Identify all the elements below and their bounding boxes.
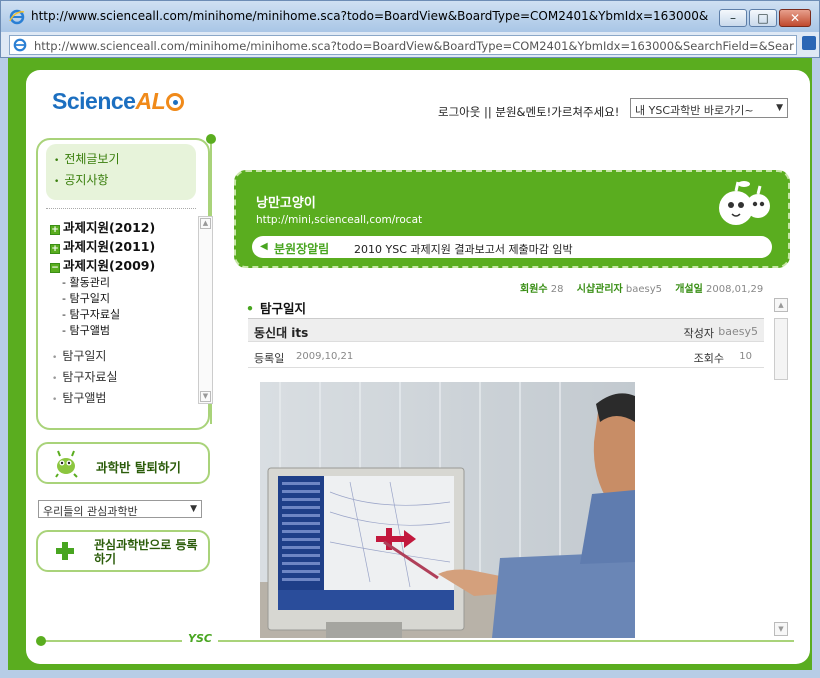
members-label: 회원수 [520,284,548,295]
club-banner: 낭만고양이 http://mini,scienceall,com/rocat ◀… [234,170,790,268]
green-border: ScienceAL 로그아웃 || 분원&멘토!가르쳐주세요! 내 YSC과학반… [8,58,812,670]
club-url[interactable]: http://mini,scienceall,com/rocat [256,214,422,226]
minimize-button[interactable]: – [719,9,747,27]
quick-item-all[interactable]: 전체글보기 [54,150,188,171]
category-2012[interactable]: + 과제지원(2012) [50,218,200,237]
address-url: http://www.scienceall.com/minihome/minih… [34,39,794,53]
chevron-down-icon: ▼ [776,103,783,113]
address-bar: http://www.scienceall.com/minihome/minih… [0,32,820,58]
section-album[interactable]: 탐구앨범 [50,389,200,410]
notice-bar[interactable]: ◀ 분원장알림 2010 YSC 과제지원 결과보고서 제출마감 임박 [252,236,772,258]
club-stats: 회원수 28 시샵관리자 baesy5 개설일 2008,01,29 [520,280,763,295]
plus-icon [56,542,74,560]
notice-label: 분원장알림 [274,242,330,256]
views-label: 조회수 [693,352,724,365]
subitem-journal[interactable]: 탐구일지 [50,291,200,307]
subitem-album[interactable]: 탐구앨범 [50,323,200,339]
ysc-select-value: 내 YSC과학반 바로가기~ [635,104,754,117]
content-scrollbar[interactable]: ▲ ▼ [774,298,790,636]
post-photo [260,382,635,638]
plus-icon: + [50,244,60,254]
footer-dot [36,636,46,646]
admin-id: baesy5 [625,284,663,295]
quick-item-notice[interactable]: 공지사항 [54,171,188,192]
speaker-icon: ◀ [260,241,268,252]
scroll-up-icon[interactable]: ▲ [200,218,211,229]
photo-monitor-scene [260,382,635,638]
views-count: 10 [739,351,752,362]
members-count: 28 [550,284,564,295]
scienceall-logo[interactable]: ScienceAL [52,88,185,115]
post-subject: 동신대 its [254,326,309,340]
footer-line [40,640,794,642]
category-label: 과제지원(2012) [63,220,156,235]
opened-date: 2008,01,29 [706,284,764,295]
close-button[interactable]: ✕ [779,9,811,27]
section-journal[interactable]: 탐구일지 [50,347,200,368]
logo-science-text: Science [52,88,136,114]
logo-alo-text: AL [135,88,166,114]
left-menu-dot [206,134,216,144]
post-meta: 등록일 2009,10,21 조회수 10 [248,344,764,368]
window-titlebar: http://www.scienceall.com/minihome/minih… [0,0,820,32]
subitem-activity[interactable]: 활동관리 [50,275,200,291]
window-title: http://www.scienceall.com/minihome/minih… [31,9,711,23]
bug-mascot-icon [55,450,78,478]
category-label: 과제지원(2009) [63,258,156,273]
register-interest-label: 관심과학반으로 등록하기 [94,538,198,566]
maximize-button[interactable]: □ [749,9,777,27]
writer-label: 작성자 [683,327,714,340]
address-field[interactable]: http://www.scienceall.com/minihome/minih… [9,35,797,55]
content-frame: ScienceAL 로그아웃 || 분원&멘토!가르쳐주세요! 내 YSC과학반… [0,58,820,678]
post-date: 2009,10,21 [296,351,354,362]
ie-icon [13,38,27,52]
chevron-down-icon: ▼ [190,504,197,514]
date-label: 등록일 [254,352,285,365]
ie-icon [9,9,25,25]
scroll-thumb[interactable] [774,318,788,380]
ysc-shortcut-select[interactable]: 내 YSC과학반 바로가기~ ▼ [630,98,788,118]
category-2011[interactable]: + 과제지원(2011) [50,237,200,256]
subitem-archive[interactable]: 탐구자료실 [50,307,200,323]
minihome-page: ScienceAL 로그아웃 || 분원&멘토!가르쳐주세요! 내 YSC과학반… [26,70,810,664]
quick-menu: 전체글보기 공지사항 [46,144,196,200]
interest-select-value: 우리들의 관심과학반 [43,505,138,518]
section-archive[interactable]: 탐구자료실 [50,368,200,389]
plus-icon: + [50,225,60,235]
footer-ysc-logo: YSC [182,632,218,645]
post-header: 동신대 its 작성자 baesy5 [248,318,764,342]
category-label: 과제지원(2011) [63,239,156,254]
logo-o-icon [166,93,185,111]
page-icon[interactable] [802,36,816,50]
scroll-down-icon[interactable]: ▼ [200,391,211,402]
club-name: 낭만고양이 [256,196,316,211]
scroll-up-icon[interactable]: ▲ [774,298,788,312]
register-interest-button[interactable]: 관심과학반으로 등록하기 [36,530,210,572]
top-links[interactable]: 로그아웃 || 분원&멘토!가르쳐주세요! [438,104,619,120]
opened-label: 개설일 [675,284,703,295]
category-tree: +과제지원(2012) +과제지원(2011) −과제지원(2009) 활동관리… [50,218,200,410]
minus-icon: − [50,263,60,273]
menu-scrollbar[interactable]: ▲ ▼ [198,216,213,404]
notice-text[interactable]: 2010 YSC 과제지원 결과보고서 제출마감 임박 [354,241,573,257]
interest-club-select[interactable]: 우리들의 관심과학반 ▼ [38,500,202,518]
category-2009[interactable]: − 과제지원(2009) [50,256,200,275]
scroll-down-icon[interactable]: ▼ [774,622,788,636]
divider [46,208,196,209]
quit-club-label: 과학반 탈퇴하기 [96,460,181,475]
quit-club-button[interactable]: 과학반 탈퇴하기 [36,442,210,484]
apple-mascot-icon [719,181,770,225]
admin-label: 시샵관리자 [576,284,623,295]
writer-id: baesy5 [718,325,758,338]
board-title: 탐구일지 [246,298,306,317]
